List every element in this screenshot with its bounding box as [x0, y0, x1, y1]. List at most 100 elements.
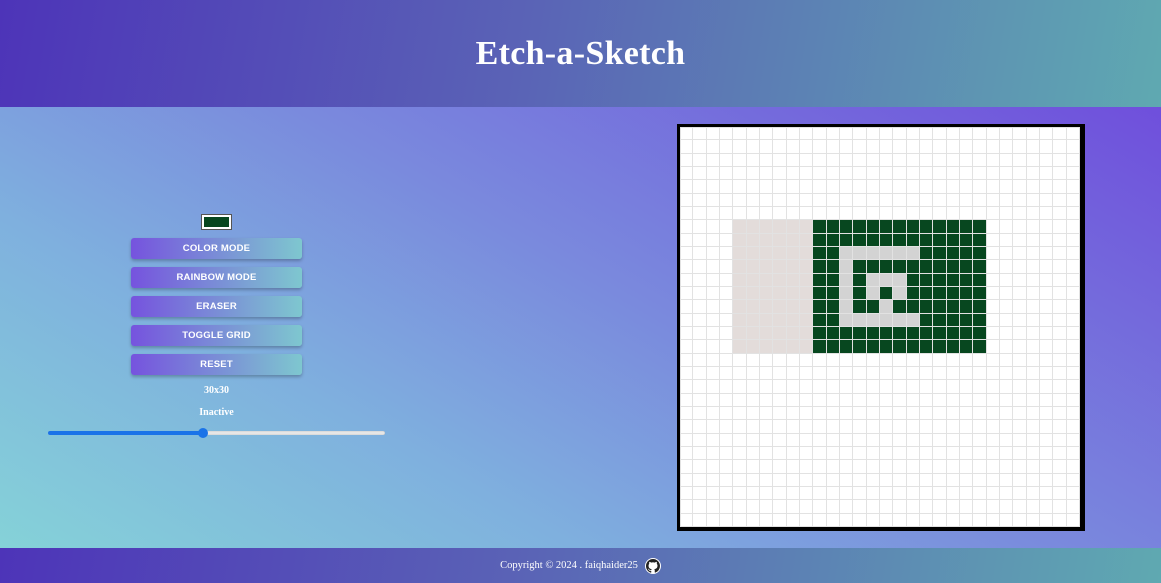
grid-cell[interactable] — [959, 246, 974, 261]
grid-cell[interactable] — [746, 500, 760, 514]
grid-cell[interactable] — [1066, 366, 1080, 381]
grid-cell[interactable] — [799, 220, 814, 234]
grid-cell[interactable] — [693, 193, 707, 207]
grid-cell[interactable] — [879, 153, 894, 167]
grid-cell[interactable] — [839, 366, 854, 381]
grid-cell[interactable] — [853, 233, 867, 247]
grid-cell[interactable] — [959, 473, 974, 487]
grid-cell[interactable] — [1066, 246, 1080, 261]
grid-cell[interactable] — [959, 127, 974, 141]
grid-cell[interactable] — [799, 260, 814, 274]
grid-cell[interactable] — [946, 366, 960, 381]
grid-cell[interactable] — [973, 366, 987, 381]
grid-cell[interactable] — [959, 140, 974, 154]
grid-cell[interactable] — [999, 353, 1014, 367]
grid-cell[interactable] — [933, 260, 947, 274]
grid-cell[interactable] — [773, 340, 787, 354]
grid-cell[interactable] — [1053, 326, 1067, 341]
grid-cell[interactable] — [693, 300, 707, 314]
grid-cell[interactable] — [733, 127, 747, 141]
grid-cell[interactable] — [1066, 260, 1080, 274]
grid-cell[interactable] — [893, 206, 907, 221]
grid-cell[interactable] — [879, 300, 894, 314]
grid-cell[interactable] — [786, 500, 800, 514]
grid-cell[interactable] — [906, 393, 920, 407]
grid-cell[interactable] — [759, 233, 774, 247]
grid-cell[interactable] — [746, 433, 760, 447]
grid-cell[interactable] — [693, 486, 707, 501]
grid-cell[interactable] — [719, 353, 734, 367]
grid-cell[interactable] — [786, 486, 800, 501]
grid-cell[interactable] — [973, 513, 987, 527]
grid-cell[interactable] — [1053, 340, 1067, 354]
grid-cell[interactable] — [759, 366, 774, 381]
grid-cell[interactable] — [946, 180, 960, 194]
grid-cell[interactable] — [1053, 500, 1067, 514]
grid-cell[interactable] — [893, 273, 907, 287]
grid-cell[interactable] — [853, 353, 867, 367]
grid-cell[interactable] — [733, 393, 747, 407]
grid-cell[interactable] — [893, 193, 907, 207]
grid-cell[interactable] — [906, 180, 920, 194]
grid-cell[interactable] — [879, 446, 894, 461]
grid-cell[interactable] — [973, 393, 987, 407]
grid-cell[interactable] — [973, 420, 987, 434]
grid-cell[interactable] — [839, 340, 854, 354]
grid-cell[interactable] — [933, 460, 947, 474]
grid-cell[interactable] — [719, 140, 734, 154]
grid-cell[interactable] — [680, 433, 694, 447]
grid-cell[interactable] — [759, 260, 774, 274]
grid-cell[interactable] — [799, 180, 814, 194]
grid-cell[interactable] — [1066, 513, 1080, 527]
grid-cell[interactable] — [1039, 340, 1054, 354]
grid-cell[interactable] — [853, 340, 867, 354]
grid-cell[interactable] — [719, 273, 734, 287]
grid-cell[interactable] — [813, 140, 827, 154]
grid-cell[interactable] — [839, 260, 854, 274]
grid-cell[interactable] — [866, 153, 880, 167]
grid-cell[interactable] — [706, 166, 720, 181]
grid-cell[interactable] — [933, 500, 947, 514]
grid-cell[interactable] — [799, 193, 814, 207]
grid-cell[interactable] — [813, 286, 827, 301]
grid-cell[interactable] — [866, 513, 880, 527]
grid-cell[interactable] — [719, 500, 734, 514]
grid-cell[interactable] — [933, 206, 947, 221]
grid-cell[interactable] — [706, 313, 720, 327]
grid-cell[interactable] — [959, 486, 974, 501]
grid-cell[interactable] — [1013, 486, 1027, 501]
grid-cell[interactable] — [1026, 206, 1040, 221]
grid-cell[interactable] — [1013, 153, 1027, 167]
grid-cell[interactable] — [759, 406, 774, 421]
grid-cell[interactable] — [799, 420, 814, 434]
grid-cell[interactable] — [826, 153, 840, 167]
grid-cell[interactable] — [719, 486, 734, 501]
grid-cell[interactable] — [906, 300, 920, 314]
grid-cell[interactable] — [1039, 180, 1054, 194]
grid-cell[interactable] — [959, 166, 974, 181]
grid-cell[interactable] — [946, 193, 960, 207]
grid-cell[interactable] — [706, 140, 720, 154]
grid-cell[interactable] — [839, 300, 854, 314]
grid-cell[interactable] — [786, 513, 800, 527]
grid-cell[interactable] — [919, 420, 934, 434]
grid-cell[interactable] — [786, 380, 800, 394]
grid-cell[interactable] — [973, 340, 987, 354]
grid-cell[interactable] — [759, 340, 774, 354]
grid-cell[interactable] — [893, 486, 907, 501]
grid-cell[interactable] — [879, 206, 894, 221]
grid-cell[interactable] — [866, 193, 880, 207]
grid-cell[interactable] — [1013, 166, 1027, 181]
grid-cell[interactable] — [773, 366, 787, 381]
grid-cell[interactable] — [759, 500, 774, 514]
grid-cell[interactable] — [906, 380, 920, 394]
grid-cell[interactable] — [1026, 486, 1040, 501]
grid-cell[interactable] — [853, 153, 867, 167]
grid-cell[interactable] — [1039, 460, 1054, 474]
grid-cell[interactable] — [1026, 140, 1040, 154]
grid-cell[interactable] — [813, 486, 827, 501]
grid-cell[interactable] — [826, 180, 840, 194]
grid-cell[interactable] — [693, 446, 707, 461]
grid-cell[interactable] — [839, 127, 854, 141]
grid-cell[interactable] — [973, 273, 987, 287]
